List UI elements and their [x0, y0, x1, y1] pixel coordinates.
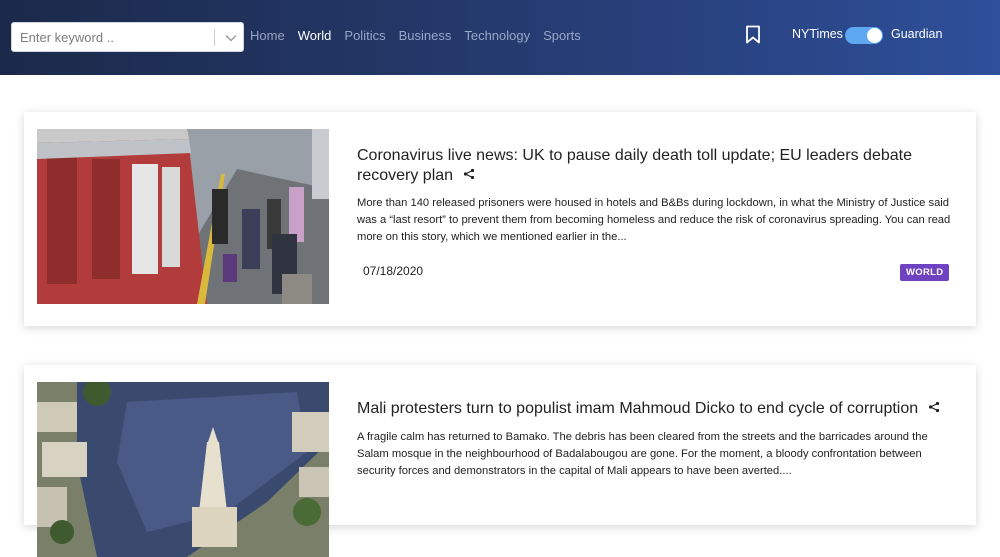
search-divider	[214, 29, 215, 46]
article-title-text[interactable]: Mali protesters turn to populist imam Ma…	[357, 400, 918, 417]
article-card[interactable]: Coronavirus live news: UK to pause daily…	[24, 112, 976, 326]
source-toggle[interactable]	[845, 27, 883, 44]
article-description: A fragile calm has returned to Bamako. T…	[357, 431, 928, 477]
nav-link-world[interactable]: World	[298, 28, 332, 43]
nav-link-business[interactable]: Business	[399, 28, 452, 43]
article-title[interactable]: Mali protesters turn to populist imam Ma…	[357, 399, 967, 419]
article-description: More than 140 released prisoners were ho…	[357, 197, 951, 243]
nav-link-sports[interactable]: Sports	[543, 28, 581, 43]
chevron-down-icon[interactable]	[220, 24, 242, 52]
nav-link-technology[interactable]: Technology	[464, 28, 530, 43]
nav-link-politics[interactable]: Politics	[344, 28, 385, 43]
article-title-text[interactable]: Coronavirus live news: UK to pause daily…	[357, 147, 912, 184]
article-image[interactable]	[37, 129, 329, 304]
source-label-nytimes: NYTimes	[792, 27, 843, 41]
search-box[interactable]	[11, 22, 244, 52]
article-title[interactable]: Coronavirus live news: UK to pause daily…	[357, 146, 967, 186]
share-icon[interactable]	[928, 399, 940, 419]
share-icon[interactable]	[463, 166, 475, 186]
bookmark-icon[interactable]	[745, 25, 763, 45]
navbar: Home World Politics Business Technology …	[0, 0, 1000, 75]
toggle-knob	[867, 28, 882, 43]
article-image[interactable]	[37, 382, 329, 557]
search-input[interactable]	[12, 23, 212, 51]
article-card[interactable]: Mali protesters turn to populist imam Ma…	[24, 365, 976, 557]
article-date: 07/18/2020	[363, 264, 424, 278]
nav-link-home[interactable]: Home	[250, 28, 285, 43]
source-label-guardian: Guardian	[891, 27, 943, 41]
nav-links: Home World Politics Business Technology …	[250, 28, 594, 43]
section-badge: WORLD	[900, 264, 950, 281]
